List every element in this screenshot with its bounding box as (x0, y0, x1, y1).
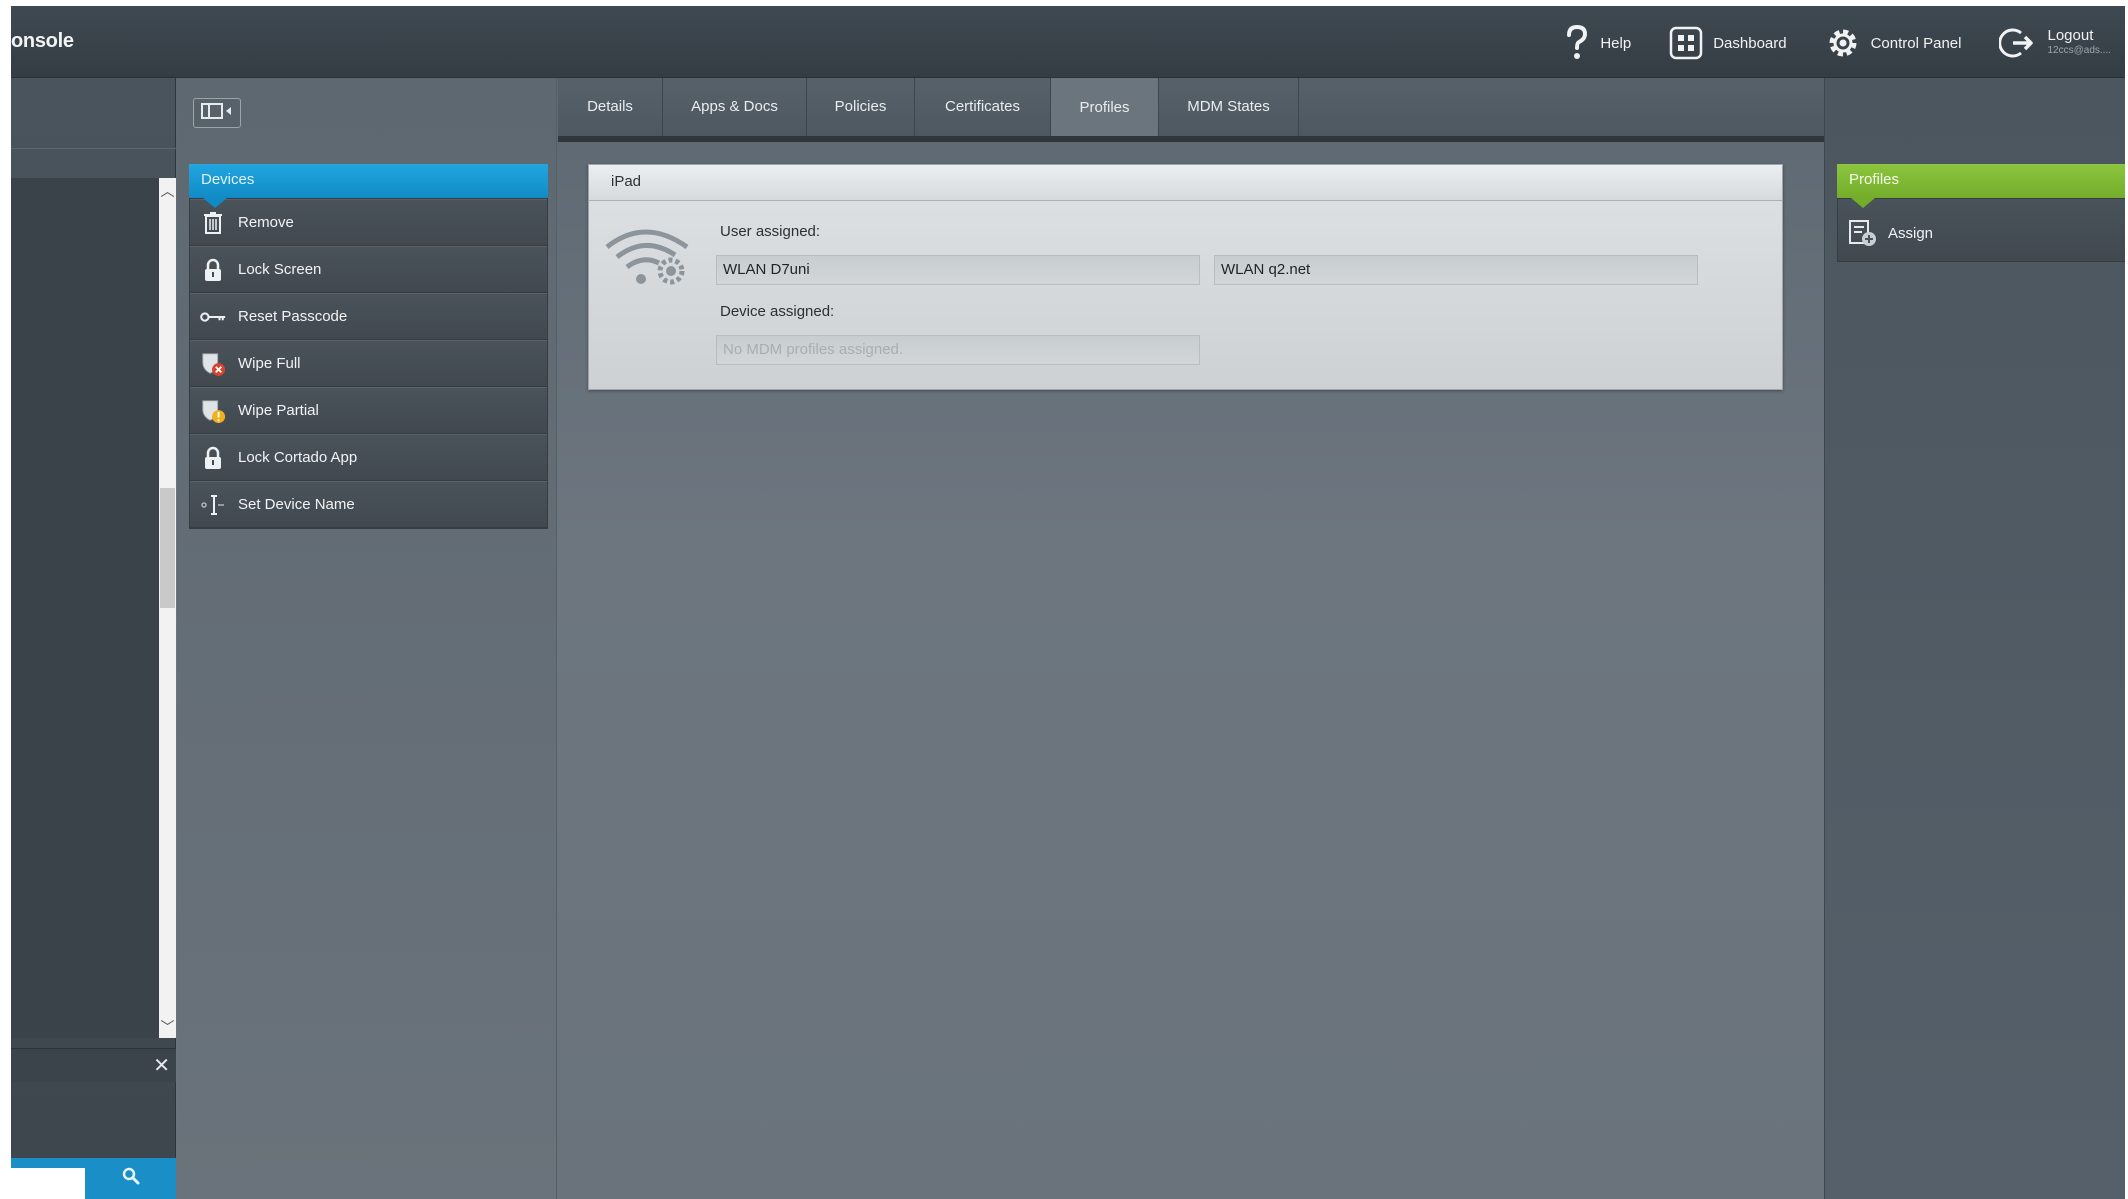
device-list-panel: ︿ ﹀ ✕ (11, 78, 176, 1199)
device-assigned-label: Device assigned: (720, 303, 835, 320)
tab-profiles[interactable]: Profiles (1051, 78, 1159, 136)
filter-row: ✕ (11, 1048, 176, 1082)
search-button[interactable] (85, 1158, 176, 1199)
profiles-header: Profiles (1837, 164, 2125, 208)
profiles-card: Profiles Assign (1837, 164, 2125, 262)
control-panel-button[interactable]: Control Panel (1825, 25, 1962, 61)
divider (11, 148, 176, 149)
top-nav: Help Dashboard Control Panel Logout 12cc… (1526, 18, 2111, 68)
tab-policies[interactable]: Policies (807, 78, 915, 136)
device-profiles-card: iPad User assigned: WLAN D7uni WLAN q2.n… (588, 164, 1783, 390)
wifi-settings-icon (603, 225, 695, 296)
actions-panel: Devices Remove Lock Screen Reset Passcod… (177, 78, 557, 1199)
lock-screen-button[interactable]: Lock Screen (190, 246, 547, 293)
scroll-up-icon[interactable]: ︿ (160, 182, 175, 200)
profiles-panel: Profiles Assign (1824, 78, 2125, 1199)
device-list (11, 178, 159, 1038)
help-button[interactable]: Help (1564, 25, 1631, 61)
action-label: Set Device Name (238, 496, 355, 513)
action-label: Lock Screen (238, 261, 322, 278)
set-device-name-button[interactable]: Set Device Name (190, 481, 547, 528)
dashboard-icon (1669, 26, 1703, 60)
control-panel-label: Control Panel (1870, 34, 1962, 52)
main-content: Details Apps & Docs Policies Certificate… (558, 78, 2125, 1199)
search-input[interactable] (11, 1168, 85, 1199)
lock-icon (200, 257, 226, 283)
tab-apps-docs[interactable]: Apps & Docs (663, 78, 807, 136)
user-profile-field[interactable]: WLAN D7uni (716, 255, 1200, 285)
question-icon (1564, 25, 1590, 61)
console-window: onsole Help Dashboard Control Panel Logo… (11, 6, 2125, 1199)
action-label: Lock Cortado App (238, 449, 358, 466)
shield-x-icon (200, 351, 226, 377)
tab-mdm-states[interactable]: MDM States (1159, 78, 1299, 136)
user-assigned-label: User assigned: (720, 223, 821, 240)
logout-button[interactable]: Logout 12ccs@ads.... (1999, 26, 2111, 60)
scroll-down-icon[interactable]: ﹀ (160, 1018, 175, 1036)
close-icon[interactable]: ✕ (153, 1053, 170, 1078)
shield-warning-icon (200, 398, 226, 424)
wipe-partial-button[interactable]: Wipe Partial (190, 387, 547, 434)
lock-cortado-app-button[interactable]: Lock Cortado App (190, 434, 547, 481)
sidebar-toggle-icon (200, 102, 234, 125)
remove-button[interactable]: Remove (190, 199, 547, 246)
user-profile-field[interactable]: WLAN q2.net (1214, 255, 1698, 285)
app-title: onsole (11, 30, 74, 52)
action-label: Wipe Partial (238, 402, 319, 419)
text-cursor-icon (200, 492, 226, 518)
key-icon (200, 304, 226, 330)
action-list: Remove Lock Screen Reset Passcode Wipe F… (189, 198, 548, 529)
gear-icon (1825, 25, 1861, 61)
action-label: Wipe Full (238, 355, 301, 372)
action-label: Remove (238, 214, 294, 231)
trash-icon (200, 210, 226, 236)
help-label: Help (1600, 34, 1632, 52)
lock-icon (200, 445, 226, 471)
search-bar (11, 1158, 176, 1199)
panel-toggle-button[interactable] (193, 98, 241, 128)
wipe-full-button[interactable]: Wipe Full (190, 340, 547, 387)
assign-label: Assign (1888, 224, 1934, 242)
top-header: onsole Help Dashboard Control Panel Logo… (11, 6, 2125, 78)
tab-certificates[interactable]: Certificates (915, 78, 1051, 136)
scrollbar[interactable] (159, 178, 176, 1038)
profiles-actions: Assign (1837, 198, 2125, 262)
dashboard-label: Dashboard (1713, 34, 1787, 52)
tab-details[interactable]: Details (558, 78, 663, 136)
assign-button[interactable]: Assign (1838, 199, 2125, 247)
action-label: Reset Passcode (238, 308, 348, 325)
scrollbar-thumb[interactable] (160, 488, 175, 608)
device-title: iPad (589, 165, 1782, 201)
logout-user: 12ccs@ads.... (2047, 45, 2111, 56)
search-icon (122, 1167, 140, 1190)
reset-passcode-button[interactable]: Reset Passcode (190, 293, 547, 340)
devices-actions-card: Devices Remove Lock Screen Reset Passcod… (189, 164, 548, 529)
devices-header: Devices (189, 164, 548, 208)
device-profile-field[interactable]: No MDM profiles assigned. (716, 335, 1200, 365)
assign-profile-icon (1848, 219, 1878, 247)
dashboard-button[interactable]: Dashboard (1669, 26, 1787, 60)
logout-icon (1999, 26, 2037, 60)
logout-label: Logout (2047, 27, 2094, 44)
